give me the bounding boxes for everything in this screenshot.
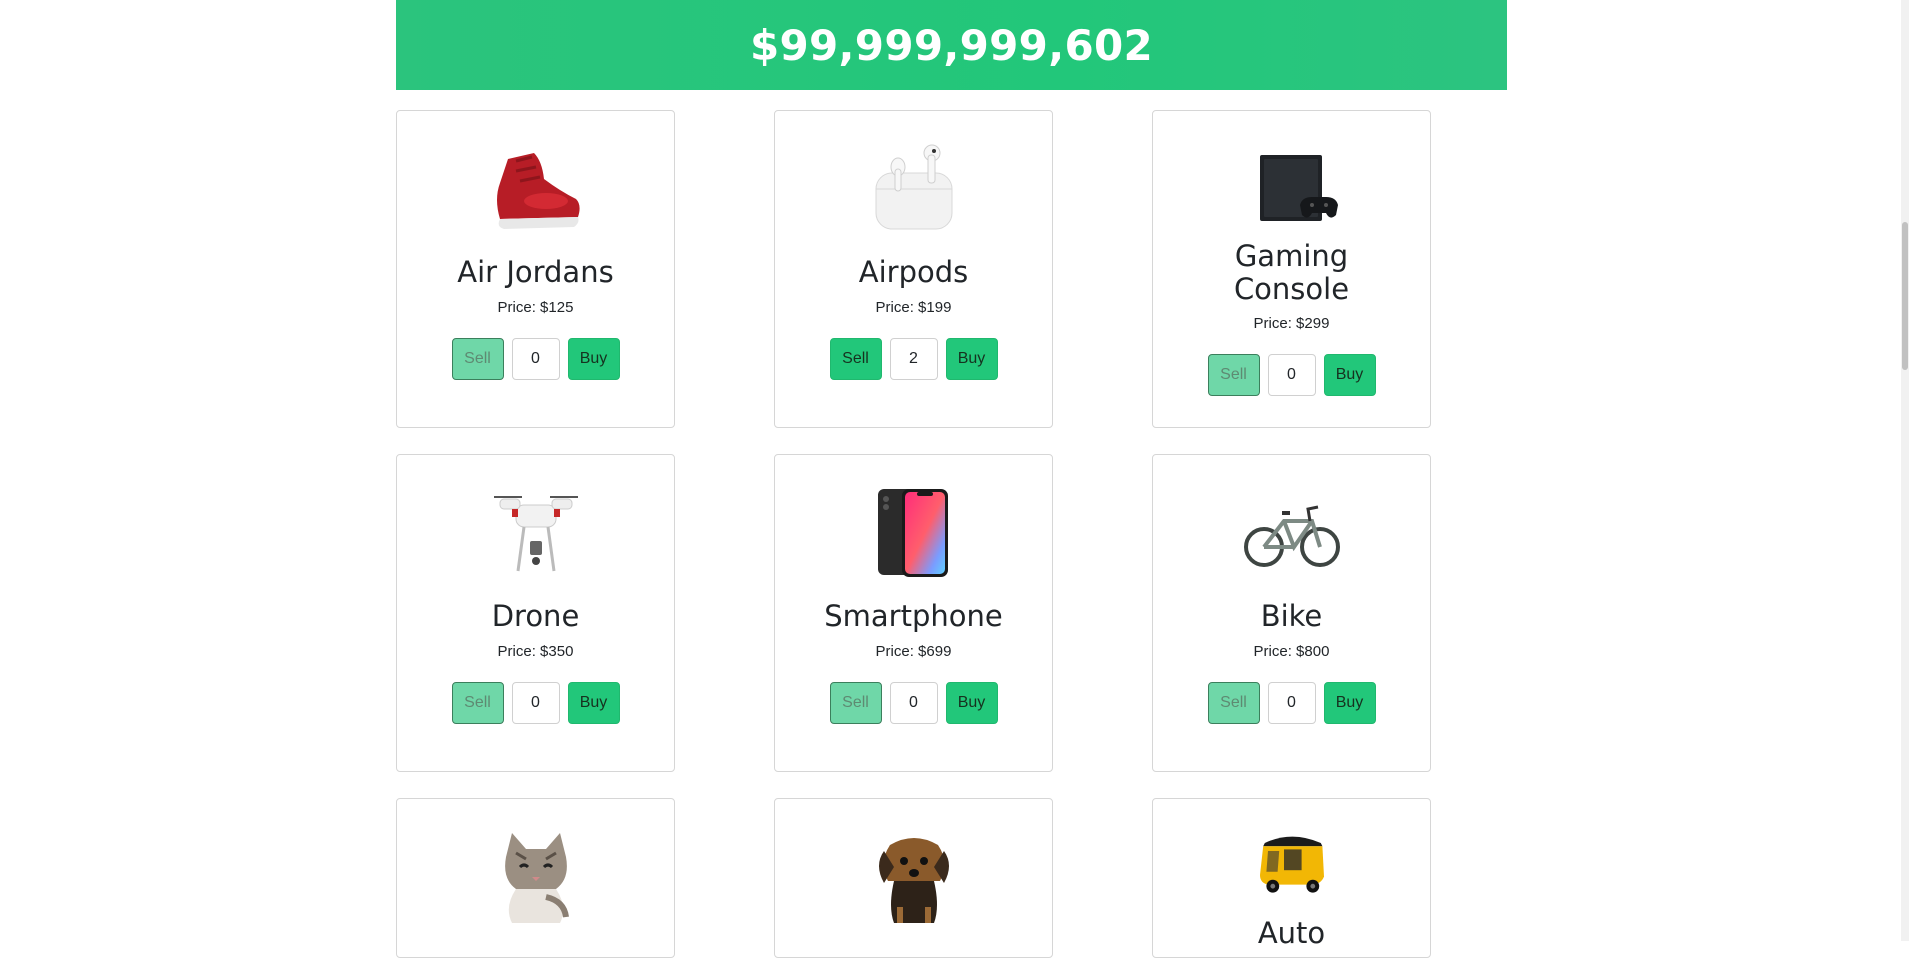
bicycle-icon [1243,505,1340,567]
page-scrollbar[interactable] [1901,0,1909,941]
product-card-bike: Bike Price: $800 Sell 0 Buy [1152,454,1431,772]
quantity-input[interactable]: 0 [1267,354,1316,396]
product-title: Air Jordans [457,255,614,289]
product-title: Auto [1257,916,1326,950]
sneaker-icon [496,153,580,229]
sell-button[interactable]: Sell [829,338,882,380]
sell-button[interactable]: Sell [1207,682,1260,724]
sell-button[interactable]: Sell [451,682,504,724]
product-title: Drone [491,599,580,633]
scrollbar-thumb[interactable] [1902,222,1908,370]
earbuds-icon [875,144,952,230]
auto-rickshaw-icon [1259,836,1324,893]
game-console-icon [1259,155,1338,221]
quantity-input[interactable]: 0 [511,338,560,380]
product-price: Price: $699 [875,643,952,660]
balance-amount: $99,999,999,602 [749,20,1154,70]
product-card-drone: Drone Price: $350 Sell 0 Buy [396,454,675,772]
product-title: Airpods [858,255,969,289]
product-title: Gaming Console [1233,239,1350,306]
quantity-input[interactable]: 0 [511,682,560,724]
product-title: Bike [1260,599,1323,633]
dog-icon [878,838,949,923]
buy-button[interactable]: Buy [1323,354,1376,396]
product-card-smartphone: Smartphone Price: $699 Sell 0 Buy [774,454,1053,772]
product-title: Smartphone [824,599,1003,633]
product-price: Price: $199 [875,299,952,316]
buy-button[interactable]: Buy [567,682,620,724]
product-card-auto: Auto [1152,798,1431,958]
product-price: Price: $125 [497,299,574,316]
sell-button[interactable]: Sell [829,682,882,724]
buy-button[interactable]: Buy [1323,682,1376,724]
drone-icon [493,496,578,572]
product-price: Price: $800 [1253,643,1330,660]
quantity-input[interactable]: 2 [889,338,938,380]
quantity-input[interactable]: 0 [1267,682,1316,724]
product-card-dog [774,798,1053,958]
cat-icon [504,833,569,923]
product-card-airpods: Airpods Price: $199 Sell 2 Buy [774,110,1053,428]
sell-button[interactable]: Sell [1207,354,1260,396]
buy-button[interactable]: Buy [567,338,620,380]
product-card-cat [396,798,675,958]
product-card-air-jordans: Air Jordans Price: $125 Sell 0 Buy [396,110,675,428]
smartphone-icon [877,489,948,577]
sell-button[interactable]: Sell [451,338,504,380]
balance-banner: $99,999,999,602 [396,0,1507,90]
product-price: Price: $299 [1253,315,1330,332]
product-card-gaming-console: Gaming Console Price: $299 Sell 0 Buy [1152,110,1431,428]
buy-button[interactable]: Buy [945,682,998,724]
product-price: Price: $350 [497,643,574,660]
quantity-input[interactable]: 0 [889,682,938,724]
buy-button[interactable]: Buy [945,338,998,380]
